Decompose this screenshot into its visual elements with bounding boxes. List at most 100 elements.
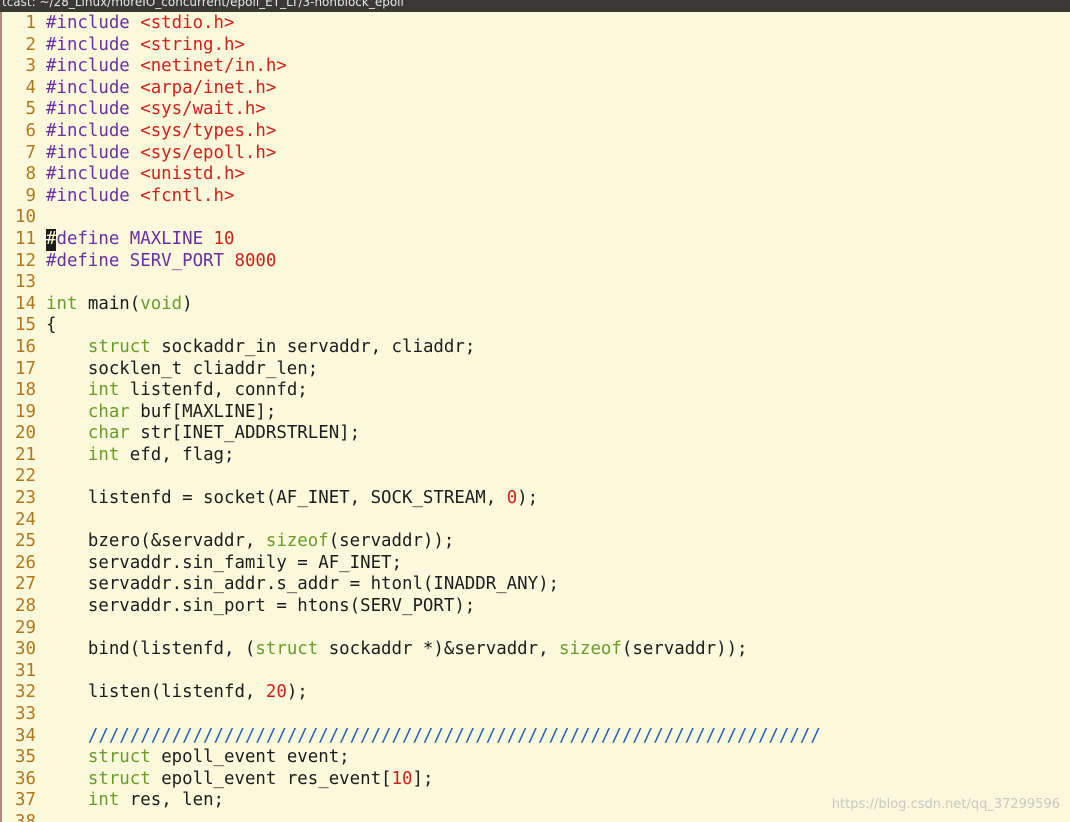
code-line[interactable]: 17 socklen_t cliaddr_len; bbox=[0, 359, 1070, 381]
code-text: ////////////////////////////////////////… bbox=[46, 726, 821, 748]
code-line[interactable]: 23 listenfd = socket(AF_INET, SOCK_STREA… bbox=[0, 488, 1070, 510]
line-number: 17 bbox=[15, 358, 36, 379]
code-line[interactable]: 21 int efd, flag; bbox=[0, 445, 1070, 467]
code-line[interactable]: 19 char buf[MAXLINE]; bbox=[0, 402, 1070, 424]
code-line[interactable]: 8 #include <unistd.h> bbox=[0, 164, 1070, 186]
line-number: 33 bbox=[15, 704, 36, 724]
code-token: #include bbox=[46, 13, 141, 33]
code-line[interactable]: 13 bbox=[0, 272, 1070, 294]
code-text: servaddr.sin_port = htons(SERV_PORT); bbox=[46, 596, 475, 618]
line-number: 6 bbox=[25, 120, 36, 141]
code-token: char bbox=[87, 423, 130, 444]
code-line[interactable]: 28 servaddr.sin_port = htons(SERV_PORT); bbox=[0, 596, 1070, 618]
code-line[interactable]: 7 #include <sys/epoll.h> bbox=[0, 143, 1070, 165]
code-token: int bbox=[87, 444, 120, 465]
code-line[interactable]: 30 bind(listenfd, (struct sockaddr *)&se… bbox=[0, 639, 1070, 661]
code-text: int res, len; bbox=[46, 790, 224, 812]
code-line[interactable]: 5 #include <sys/wait.h> bbox=[0, 99, 1070, 121]
code-line[interactable]: 33 bbox=[0, 704, 1070, 726]
code-token: <sys/epoll.h> bbox=[140, 142, 277, 163]
code-line[interactable]: 16 struct sockaddr_in servaddr, cliaddr; bbox=[0, 337, 1070, 359]
code-token: servaddr.sin_family = AF_INET; bbox=[46, 552, 402, 573]
line-number: 21 bbox=[15, 444, 36, 465]
code-line[interactable]: 35 struct epoll_event event; bbox=[0, 747, 1070, 769]
code-line[interactable]: 20 char str[INET_ADDRSTRLEN]; bbox=[0, 423, 1070, 445]
line-number: 29 bbox=[15, 617, 36, 638]
code-line[interactable]: 34 /////////////////////////////////////… bbox=[0, 726, 1070, 748]
code-text: listen(listenfd, 20); bbox=[46, 682, 308, 704]
line-number: 25 bbox=[15, 531, 36, 552]
line-number: 34 bbox=[15, 725, 36, 746]
window-title: tcast: ~/28_Linux/moreIO_concurrent/epol… bbox=[2, 0, 404, 9]
code-token: servaddr.sin_addr.s_addr = htonl(INADDR_… bbox=[46, 574, 560, 595]
code-text: #include <stdio.h> bbox=[46, 13, 234, 35]
line-number: 24 bbox=[15, 509, 36, 530]
line-number: 35 bbox=[15, 747, 36, 768]
code-text: #include <sys/wait.h> bbox=[46, 99, 266, 121]
code-token: sizeof bbox=[265, 531, 329, 552]
code-line[interactable]: 26 servaddr.sin_family = AF_INET; bbox=[0, 553, 1070, 575]
code-line[interactable]: 14 int main(void) bbox=[0, 294, 1070, 316]
code-token: efd, flag; bbox=[119, 444, 235, 465]
line-number: 14 bbox=[15, 293, 36, 314]
code-line[interactable]: 10 bbox=[0, 207, 1070, 229]
code-token: <sys/types.h> bbox=[140, 120, 277, 141]
code-line[interactable]: 12 #define SERV_PORT 8000 bbox=[0, 251, 1070, 273]
code-text: #include <fcntl.h> bbox=[46, 186, 234, 208]
text-cursor: # bbox=[46, 228, 57, 251]
code-text: struct epoll_event event; bbox=[46, 747, 350, 769]
code-line[interactable]: 36 struct epoll_event res_event[10]; bbox=[0, 769, 1070, 791]
code-line[interactable]: 32 listen(listenfd, 20); bbox=[0, 682, 1070, 704]
code-token: epoll_event event; bbox=[150, 747, 350, 768]
code-line[interactable]: 25 bzero(&servaddr, sizeof(servaddr)); bbox=[0, 531, 1070, 553]
code-line[interactable]: 15 { bbox=[0, 315, 1070, 337]
code-token: struct bbox=[255, 639, 319, 660]
code-editor[interactable]: 1 #include <stdio.h> 2 #include <string.h> 3… bbox=[0, 13, 1070, 822]
code-token: ); bbox=[517, 488, 539, 509]
code-token: str[INET_ADDRSTRLEN]; bbox=[129, 423, 361, 444]
line-number: 20 bbox=[15, 423, 36, 444]
code-token: 10 bbox=[213, 228, 235, 249]
line-number: 18 bbox=[15, 380, 36, 401]
code-token: 8000 bbox=[234, 250, 277, 271]
code-text: servaddr.sin_family = AF_INET; bbox=[46, 553, 402, 575]
code-token: #include bbox=[46, 34, 141, 55]
line-number: 1 bbox=[25, 13, 36, 33]
code-line[interactable]: 4 #include <arpa/inet.h> bbox=[0, 78, 1070, 100]
code-text: struct sockaddr_in servaddr, cliaddr; bbox=[46, 337, 475, 359]
code-line[interactable]: 11 #define MAXLINE 10 bbox=[0, 228, 1070, 251]
code-line[interactable]: 3 #include <netinet/in.h> bbox=[0, 56, 1070, 78]
code-token: <fcntl.h> bbox=[140, 185, 235, 206]
code-token: int bbox=[46, 293, 78, 314]
code-line[interactable]: 24 bbox=[0, 510, 1070, 532]
code-text: int listenfd, connfd; bbox=[46, 380, 308, 402]
code-line[interactable]: 18 int listenfd, connfd; bbox=[0, 380, 1070, 402]
code-line[interactable]: 22 bbox=[0, 466, 1070, 488]
code-text: bzero(&servaddr, sizeof(servaddr)); bbox=[46, 531, 454, 553]
code-token: struct bbox=[87, 336, 151, 357]
watermark: https://blog.csdn.net/qq_37299596 bbox=[831, 797, 1060, 812]
code-token: (servaddr)); bbox=[328, 531, 455, 552]
code-token: ) bbox=[182, 293, 193, 314]
code-line[interactable]: 27 servaddr.sin_addr.s_addr = htonl(INAD… bbox=[0, 574, 1070, 596]
code-token: ////////////////////////////////////////… bbox=[87, 725, 821, 746]
code-line[interactable]: 1 #include <stdio.h> bbox=[0, 13, 1070, 35]
code-line[interactable]: 29 bbox=[0, 618, 1070, 640]
code-token: listenfd = socket(AF_INET, SOCK_STREAM, bbox=[46, 488, 507, 509]
code-line[interactable]: 38 bbox=[0, 812, 1070, 822]
code-line[interactable]: 6 #include <sys/types.h> bbox=[0, 121, 1070, 143]
code-text: #include <sys/epoll.h> bbox=[46, 143, 276, 165]
code-line[interactable]: 31 bbox=[0, 661, 1070, 683]
code-line[interactable]: 9 #include <fcntl.h> bbox=[0, 186, 1070, 208]
code-token: bind(listenfd, ( bbox=[46, 639, 256, 660]
code-text: listenfd = socket(AF_INET, SOCK_STREAM, … bbox=[46, 488, 538, 510]
code-token: sockaddr_in servaddr, cliaddr; bbox=[150, 336, 476, 357]
code-line[interactable]: 2 #include <string.h> bbox=[0, 35, 1070, 57]
code-token: <stdio.h> bbox=[140, 13, 235, 33]
code-text: int main(void) bbox=[46, 294, 193, 316]
